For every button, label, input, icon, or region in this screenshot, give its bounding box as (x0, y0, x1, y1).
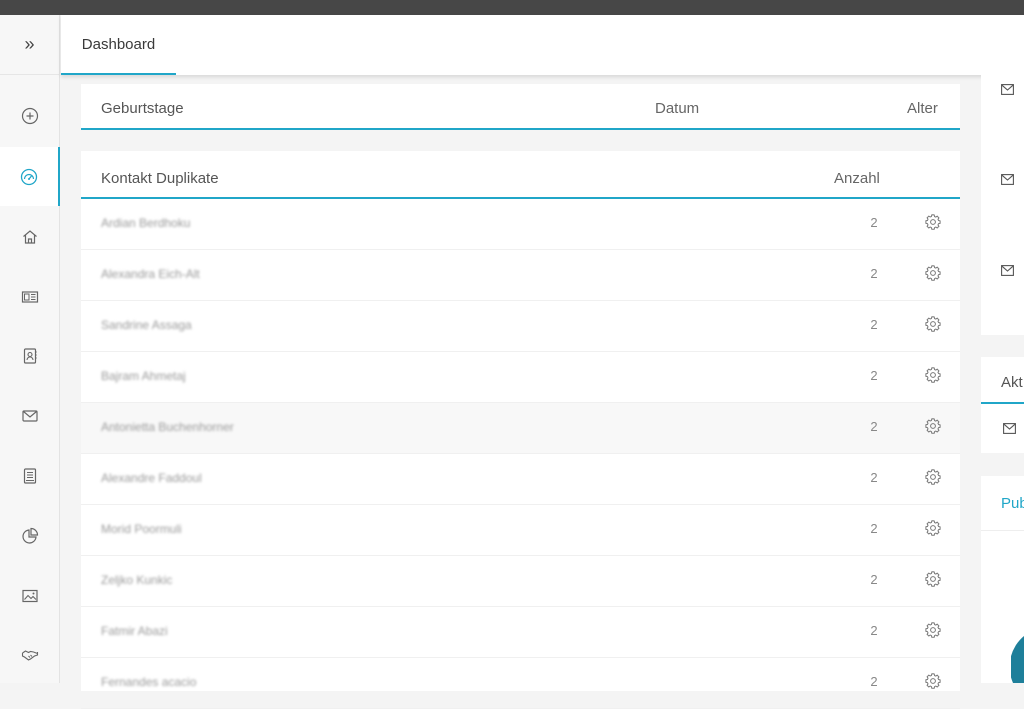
duplicates-card: Kontakt Duplikate Anzahl Ardian Berdhoku… (81, 151, 960, 709)
publications-title[interactable]: Pub (1001, 495, 1024, 512)
table-row[interactable]: Alexandre Faddoul 2 (81, 454, 960, 505)
pie-chart-icon (22, 527, 39, 544)
mail-icon (1001, 265, 1014, 276)
dashboard-gauge-icon (20, 168, 38, 185)
duplicate-count: 2 (870, 317, 878, 332)
mail-icon (1001, 84, 1014, 95)
table-row[interactable]: Antonietta Buchenhorner 2 (81, 403, 960, 454)
gear-icon[interactable] (924, 213, 942, 231)
birthdays-header: Geburtstage Datum Alter (81, 84, 960, 130)
sidebar-item-mail[interactable] (0, 386, 60, 445)
duplicate-count: 2 (870, 521, 878, 536)
sidebar-item-dashboard[interactable] (0, 147, 60, 206)
table-row[interactable]: Fatmir Abazi 2 (81, 607, 960, 658)
table-row[interactable]: Zeljko Kunkic 2 (81, 556, 960, 607)
sidebar-item-home[interactable] (0, 207, 60, 266)
gear-icon[interactable] (924, 672, 942, 690)
gear-icon[interactable] (924, 621, 942, 639)
activities-card: Akt (981, 357, 1024, 453)
birthdays-card: Geburtstage Datum Alter (81, 84, 960, 130)
notebook-icon (23, 467, 37, 484)
birthdays-age-column[interactable]: Alter (907, 100, 938, 117)
duplicate-count: 2 (870, 572, 878, 587)
duplicate-count: 2 (870, 215, 878, 230)
contact-name[interactable]: Zeljko Kunkic (101, 573, 172, 587)
birthdays-date-column[interactable]: Datum (655, 100, 699, 117)
contact-name[interactable]: Alexandre Faddoul (101, 471, 202, 485)
contact-name[interactable]: Sandrine Assaga (101, 318, 192, 332)
sidebar-item-reports[interactable] (0, 506, 60, 565)
newspaper-icon (21, 290, 39, 303)
sidebar: » (0, 15, 60, 683)
duplicate-count: 2 (870, 470, 878, 485)
table-row[interactable]: Fernandes acacio 2 (81, 658, 960, 709)
sidebar-item-notes[interactable] (0, 446, 60, 505)
contact-name[interactable]: Alexandra Eich-Alt (101, 267, 200, 281)
contact-name[interactable]: Fatmir Abazi (101, 624, 168, 638)
contact-name[interactable]: Fernandes acacio (101, 675, 196, 689)
sidebar-expand-button[interactable]: » (0, 15, 59, 75)
contact-name[interactable]: Bajram Ahmetaj (101, 369, 186, 383)
gear-icon[interactable] (924, 570, 942, 588)
mail-icon (22, 409, 38, 422)
duplicate-count: 2 (870, 674, 878, 689)
duplicate-count: 2 (870, 419, 878, 434)
contact-name[interactable]: Ardian Berdhoku (101, 216, 190, 230)
home-icon (23, 229, 37, 244)
table-row[interactable]: Alexandra Eich-Alt 2 (81, 250, 960, 301)
sidebar-item-contacts[interactable] (0, 326, 60, 385)
duplicate-count: 2 (870, 623, 878, 638)
publications-header: Pub (981, 476, 1024, 531)
sidebar-item-gallery[interactable] (0, 566, 60, 625)
gear-icon[interactable] (924, 519, 942, 537)
activities-header: Akt (981, 357, 1024, 404)
table-row[interactable]: Sandrine Assaga 2 (81, 301, 960, 352)
sidebar-item-add[interactable] (0, 86, 60, 145)
activities-title: Akt (1001, 374, 1023, 391)
gear-icon[interactable] (924, 315, 942, 333)
mail-icon (1001, 174, 1014, 185)
contact-card-icon (23, 347, 37, 364)
mail-icon (1003, 423, 1016, 434)
contact-name[interactable]: Morid Poormuli (101, 522, 182, 536)
duplicate-count: 2 (870, 266, 878, 281)
gear-icon[interactable] (924, 417, 942, 435)
birthdays-title: Geburtstage (101, 100, 184, 117)
window-top-bar (0, 0, 1024, 15)
table-row[interactable]: Bajram Ahmetaj 2 (81, 352, 960, 403)
contact-name[interactable]: Antonietta Buchenhorner (101, 420, 234, 434)
publications-chart-arc (1011, 636, 1024, 683)
sidebar-item-partners[interactable] (0, 625, 60, 684)
table-row[interactable]: Ardian Berdhoku 2 (81, 199, 960, 250)
top-header: Dashboard (61, 15, 1024, 75)
duplicates-title: Kontakt Duplikate (101, 170, 219, 187)
image-icon (22, 589, 38, 602)
handshake-icon (21, 649, 39, 661)
sidebar-item-news[interactable] (0, 267, 60, 326)
table-row[interactable]: Morid Poormuli 2 (81, 505, 960, 556)
tab-dashboard[interactable]: Dashboard (61, 15, 176, 75)
gear-icon[interactable] (924, 468, 942, 486)
gear-icon[interactable] (924, 264, 942, 282)
gear-icon[interactable] (924, 366, 942, 384)
publications-card: Pub (981, 476, 1024, 683)
plus-circle-icon (21, 107, 39, 124)
duplicate-count: 2 (870, 368, 878, 383)
mail-list-card (981, 75, 1024, 335)
duplicates-header: Kontakt Duplikate Anzahl (81, 151, 960, 199)
duplicates-count-column[interactable]: Anzahl (834, 170, 880, 187)
